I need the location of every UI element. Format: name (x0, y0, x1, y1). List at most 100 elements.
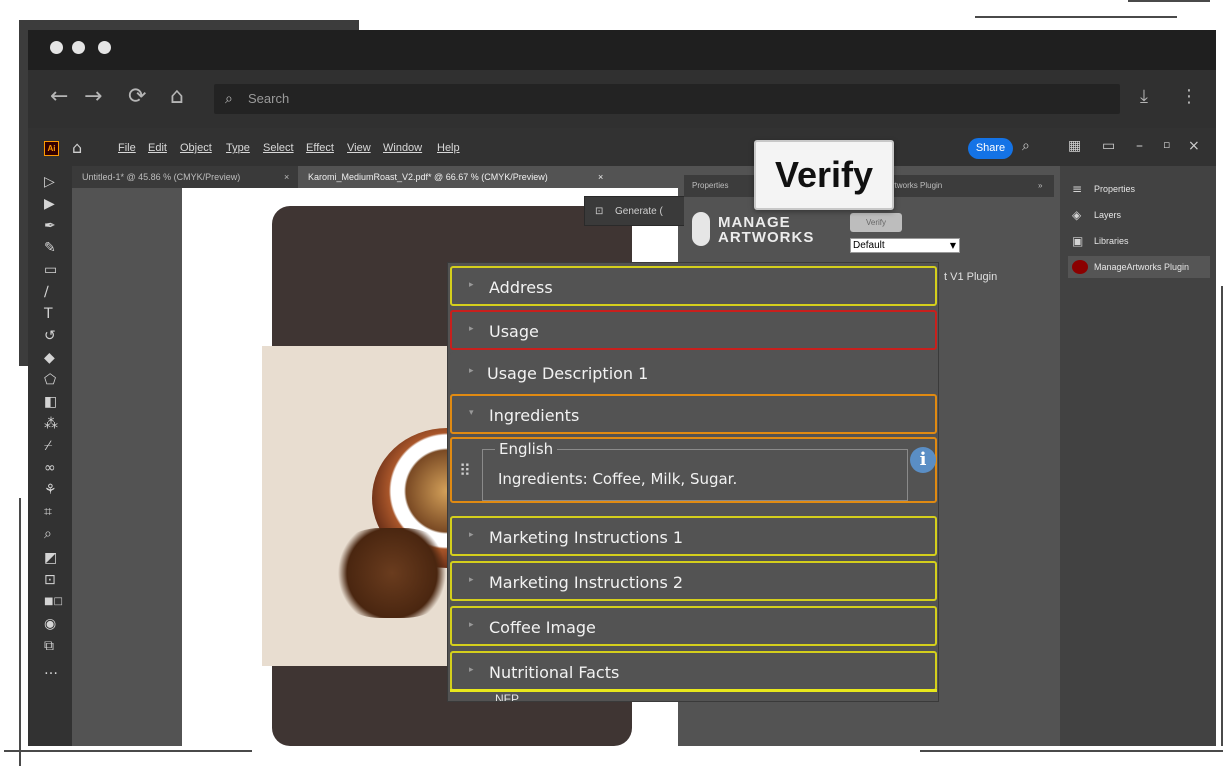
field-value[interactable]: Ingredients: Coffee, Milk, Sugar. (498, 470, 737, 488)
reload-icon[interactable]: ⟳ (128, 86, 146, 108)
window-dot-close[interactable] (50, 41, 63, 54)
panel-properties[interactable]: ≡ Properties (1068, 178, 1210, 200)
search-icon[interactable]: ⌕ (1022, 138, 1030, 154)
right-panel-dock: ≡ Properties ◈ Layers ▣ Libraries Manage… (1060, 166, 1216, 746)
rectangle-tool-icon[interactable]: ▭ (44, 262, 57, 278)
browser-titlebar (28, 30, 1216, 70)
menu-select[interactable]: Select (263, 142, 294, 154)
menu-type[interactable]: Type (226, 142, 250, 154)
tab-close-icon[interactable]: × (598, 166, 603, 188)
frame-line-left-vert (19, 498, 21, 766)
chevron-right-icon: ▸ (469, 665, 474, 675)
pen-tool-icon[interactable]: ✒ (44, 218, 56, 234)
ingredients-english-field[interactable]: English Ingredients: Coffee, Milk, Sugar… (482, 440, 908, 501)
eyedropper-tool-icon[interactable]: ⌿ (44, 438, 52, 454)
section-usage[interactable]: ▸ Usage (450, 310, 937, 350)
frame-line-right-vert (1221, 286, 1223, 746)
frame-line-top-right-short (1128, 0, 1210, 2)
minimize-icon[interactable]: – (1136, 138, 1143, 154)
type-tool-icon[interactable]: T (44, 306, 53, 322)
forward-icon[interactable]: → (84, 86, 102, 108)
plugin-list-item[interactable]: t V1 Plugin (944, 271, 997, 283)
panel-label: Layers (1094, 210, 1122, 220)
section-ingredients[interactable]: ▾ Ingredients (450, 394, 937, 434)
select-value: Default (853, 240, 885, 251)
selection-tool-icon[interactable]: ▷ (44, 174, 55, 190)
section-address[interactable]: ▸ Address (450, 266, 937, 306)
tab-close-icon[interactable]: × (284, 166, 289, 188)
artboard-tool-icon[interactable]: ⌗ (44, 504, 52, 520)
search-input[interactable]: ⌕ Search (214, 84, 1120, 114)
section-marketing-instructions-2[interactable]: ▸ Marketing Instructions 2 (450, 561, 937, 601)
gradient-tool-icon[interactable]: ◧ (44, 394, 57, 410)
direct-selection-tool-icon[interactable]: ▶ (44, 196, 55, 212)
blend-tool-icon[interactable]: ∞ (44, 460, 56, 476)
tools-panel: ▷ ▶ ✒ ✎ ▭ ∕ T ↺ ◆ ⬠ ◧ ⁂ ⌿ ∞ ⚘ ⌗ ⌕ ◩ ⊡ ■□… (28, 166, 72, 746)
draw-mode-icon[interactable]: ◉ (44, 616, 56, 632)
symbol-sprayer-icon[interactable]: ⚘ (44, 482, 57, 498)
download-icon[interactable]: ⤓ (1140, 86, 1148, 108)
zoom-tool-icon[interactable]: ⌕ (44, 526, 52, 542)
chevron-down-icon: ▾ (469, 408, 474, 418)
rotate-tool-icon[interactable]: ↺ (44, 328, 56, 344)
menu-object[interactable]: Object (180, 142, 212, 154)
section-nutritional-facts[interactable]: ▸ Nutritional Facts (450, 651, 937, 691)
screen-mode-icon[interactable]: ⧉ (44, 638, 54, 654)
panel-manageartworks-plugin[interactable]: ManageArtworks Plugin (1068, 256, 1210, 278)
arrange-documents-icon[interactable]: ▦ (1068, 138, 1081, 154)
menu-icon[interactable]: ⋮ (1180, 86, 1198, 108)
menu-window[interactable]: Window (383, 142, 422, 154)
illustrator-logo: Ai (44, 141, 59, 156)
eraser-tool-icon[interactable]: ◆ (44, 350, 55, 366)
share-button[interactable]: Share (968, 138, 1013, 159)
back-icon[interactable]: ← (50, 86, 68, 108)
menu-effect[interactable]: Effect (306, 142, 334, 154)
info-icon[interactable]: i (910, 447, 936, 473)
tab-properties[interactable]: Properties (684, 175, 736, 197)
search-icon: ⌕ (225, 91, 233, 107)
app-home-icon[interactable]: ⌂ (72, 138, 82, 157)
tab-label: Untitled-1* @ 45.86 % (CMYK/Preview) (82, 172, 241, 182)
tab-karomi[interactable]: Karomi_MediumRoast_V2.pdf* @ 66.67 % (CM… (298, 166, 612, 188)
section-label: Coffee Image (489, 618, 596, 637)
menu-help[interactable]: Help (437, 142, 460, 154)
mesh-tool-icon[interactable]: ⁂ (44, 416, 58, 432)
manageartworks-logo-text: MANAGE ARTWORKS (718, 215, 814, 245)
shape-builder-icon[interactable]: ⬠ (44, 372, 56, 388)
fields-accordion: ▸ Address ▸ Usage ▸ Usage Description 1 … (447, 262, 939, 702)
search-placeholder: Search (248, 91, 290, 106)
menu-file[interactable]: File (118, 142, 136, 154)
tab-label: Karomi_MediumRoast_V2.pdf* @ 66.67 % (CM… (308, 172, 548, 182)
chevron-right-icon: ▸ (469, 324, 474, 334)
restore-icon[interactable]: ▫ (1163, 138, 1170, 151)
plugin-verify-button[interactable]: Verify (850, 213, 902, 232)
more-tools-icon[interactable]: … (44, 662, 58, 678)
drag-handle-icon[interactable]: ⠿ (459, 463, 471, 479)
swap-fill-icon[interactable]: ⊡ (44, 572, 56, 588)
window-dot-maximize[interactable] (98, 41, 111, 54)
window-dot-minimize[interactable] (72, 41, 85, 54)
fill-stroke-icon[interactable]: ◩ (44, 550, 57, 566)
close-icon[interactable]: × (1188, 138, 1200, 154)
panel-layers[interactable]: ◈ Layers (1068, 204, 1210, 226)
template-select[interactable]: Default ▼ (850, 238, 960, 253)
tab-untitled[interactable]: Untitled-1* @ 45.86 % (CMYK/Preview) × (72, 166, 298, 188)
brush-tool-icon[interactable]: ∕ (44, 284, 49, 300)
curvature-tool-icon[interactable]: ✎ (44, 240, 56, 256)
verify-callout-button[interactable]: Verify (754, 140, 894, 210)
chevron-down-icon: ▼ (949, 241, 956, 250)
workspace-icon[interactable]: ▭ (1102, 138, 1115, 154)
home-icon[interactable]: ⌂ (170, 86, 184, 108)
panel-expand-icon[interactable]: » (1030, 175, 1050, 197)
section-nfp-partial[interactable]: NFP (450, 689, 937, 701)
menu-view[interactable]: View (347, 142, 371, 154)
section-coffee-image[interactable]: ▸ Coffee Image (450, 606, 937, 646)
menu-edit[interactable]: Edit (148, 142, 167, 154)
section-usage-description-1[interactable]: ▸ Usage Description 1 (450, 352, 937, 392)
chevron-right-icon: ▸ (469, 366, 474, 376)
generate-label: Generate ( (615, 206, 663, 217)
chevron-right-icon: ▸ (469, 620, 474, 630)
panel-libraries[interactable]: ▣ Libraries (1068, 230, 1210, 252)
section-marketing-instructions-1[interactable]: ▸ Marketing Instructions 1 (450, 516, 937, 556)
color-mode-icon[interactable]: ■□ (44, 596, 63, 607)
